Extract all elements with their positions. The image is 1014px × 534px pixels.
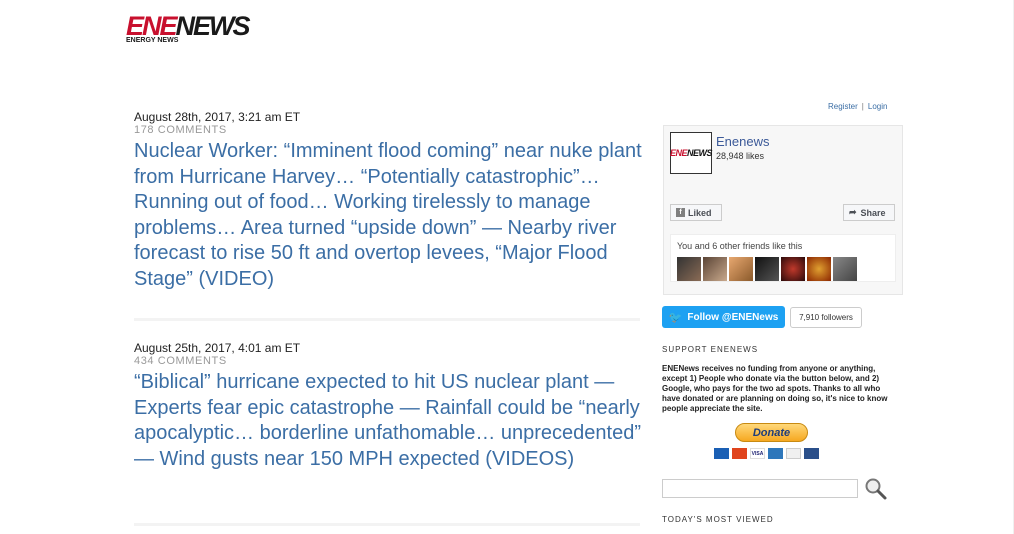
friend-avatar[interactable] bbox=[677, 257, 701, 281]
facebook-page-widget: ENENEWS Enenews 28,948 likes f Liked ➦ S… bbox=[663, 125, 903, 295]
thumb-ene-text: ENE bbox=[670, 148, 688, 158]
post-date: August 25th, 2017, 4:01 am ET bbox=[134, 341, 301, 355]
post-comments-link[interactable]: 178 COMMENTS bbox=[134, 124, 644, 137]
share-label: Share bbox=[860, 207, 886, 218]
discover-card-icon bbox=[786, 448, 801, 459]
facebook-page-thumbnail[interactable]: ENENEWS bbox=[670, 132, 713, 174]
post-divider bbox=[134, 318, 640, 321]
register-link[interactable]: Register bbox=[828, 102, 858, 111]
support-heading: SUPPORT ENENEWS bbox=[662, 345, 759, 354]
login-link[interactable]: Login bbox=[868, 102, 888, 111]
friend-avatar[interactable] bbox=[833, 257, 857, 281]
logo-news-text: NEWS bbox=[175, 11, 251, 41]
auth-separator: | bbox=[861, 102, 864, 111]
facebook-friends-box: You and 6 other friends like this bbox=[670, 234, 896, 282]
visa-card-icon: VISA bbox=[750, 448, 765, 459]
facebook-share-button[interactable]: ➦ Share bbox=[843, 204, 895, 221]
friend-avatar[interactable] bbox=[729, 257, 753, 281]
search-input[interactable] bbox=[662, 479, 858, 498]
share-arrow-icon: ➦ bbox=[849, 207, 857, 217]
auth-links: Register | Login bbox=[828, 102, 887, 111]
friend-avatar[interactable] bbox=[703, 257, 727, 281]
twitter-followers-count[interactable]: 7,910 followers bbox=[790, 307, 862, 328]
facebook-f-icon: f bbox=[676, 208, 685, 217]
todays-most-viewed-heading: TODAY'S MOST VIEWED bbox=[662, 515, 774, 524]
post-title-link[interactable]: “Biblical” hurricane expected to hit US … bbox=[134, 370, 644, 472]
twitter-follow-button[interactable]: 🐦 Follow @ENENews bbox=[662, 306, 785, 328]
post-comments-link[interactable]: 434 COMMENTS bbox=[134, 355, 644, 368]
site-logo[interactable]: ENENEWS ENERGY NEWS bbox=[126, 11, 251, 44]
facebook-likes-count: 28,948 likes bbox=[716, 151, 765, 161]
facebook-liked-button[interactable]: f Liked bbox=[670, 204, 722, 221]
support-text: ENENews receives no funding from anyone … bbox=[662, 364, 888, 413]
search-icon[interactable] bbox=[864, 477, 888, 501]
post-divider bbox=[134, 523, 640, 526]
thumb-news-text: NEWS bbox=[687, 148, 713, 158]
mastercard-icon bbox=[732, 448, 747, 459]
amex-card-icon bbox=[768, 448, 783, 459]
donate-button[interactable]: Donate bbox=[735, 423, 808, 442]
friend-avatars bbox=[677, 257, 857, 281]
friend-avatar[interactable] bbox=[755, 257, 779, 281]
maestro-card-icon bbox=[714, 448, 729, 459]
bank-card-icon bbox=[804, 448, 819, 459]
post-title-link[interactable]: Nuclear Worker: “Imminent flood coming” … bbox=[134, 139, 644, 293]
twitter-follow-label: Follow @ENENews bbox=[687, 311, 779, 323]
friend-avatar[interactable] bbox=[781, 257, 805, 281]
payment-cards: VISA bbox=[714, 448, 819, 459]
friend-avatar[interactable] bbox=[807, 257, 831, 281]
post-item: August 28th, 2017, 3:21 am ET 178 COMMEN… bbox=[134, 111, 644, 293]
twitter-bird-icon: 🐦 bbox=[668, 311, 683, 324]
facebook-page-name[interactable]: Enenews bbox=[716, 134, 769, 149]
post-item: August 25th, 2017, 4:01 am ET 434 COMMEN… bbox=[134, 342, 644, 472]
post-date: August 28th, 2017, 3:21 am ET bbox=[134, 110, 301, 124]
facebook-friends-text: You and 6 other friends like this bbox=[677, 241, 803, 251]
facebook-action-bar: f Liked ➦ Share bbox=[664, 194, 902, 221]
liked-label: Liked bbox=[688, 207, 712, 218]
